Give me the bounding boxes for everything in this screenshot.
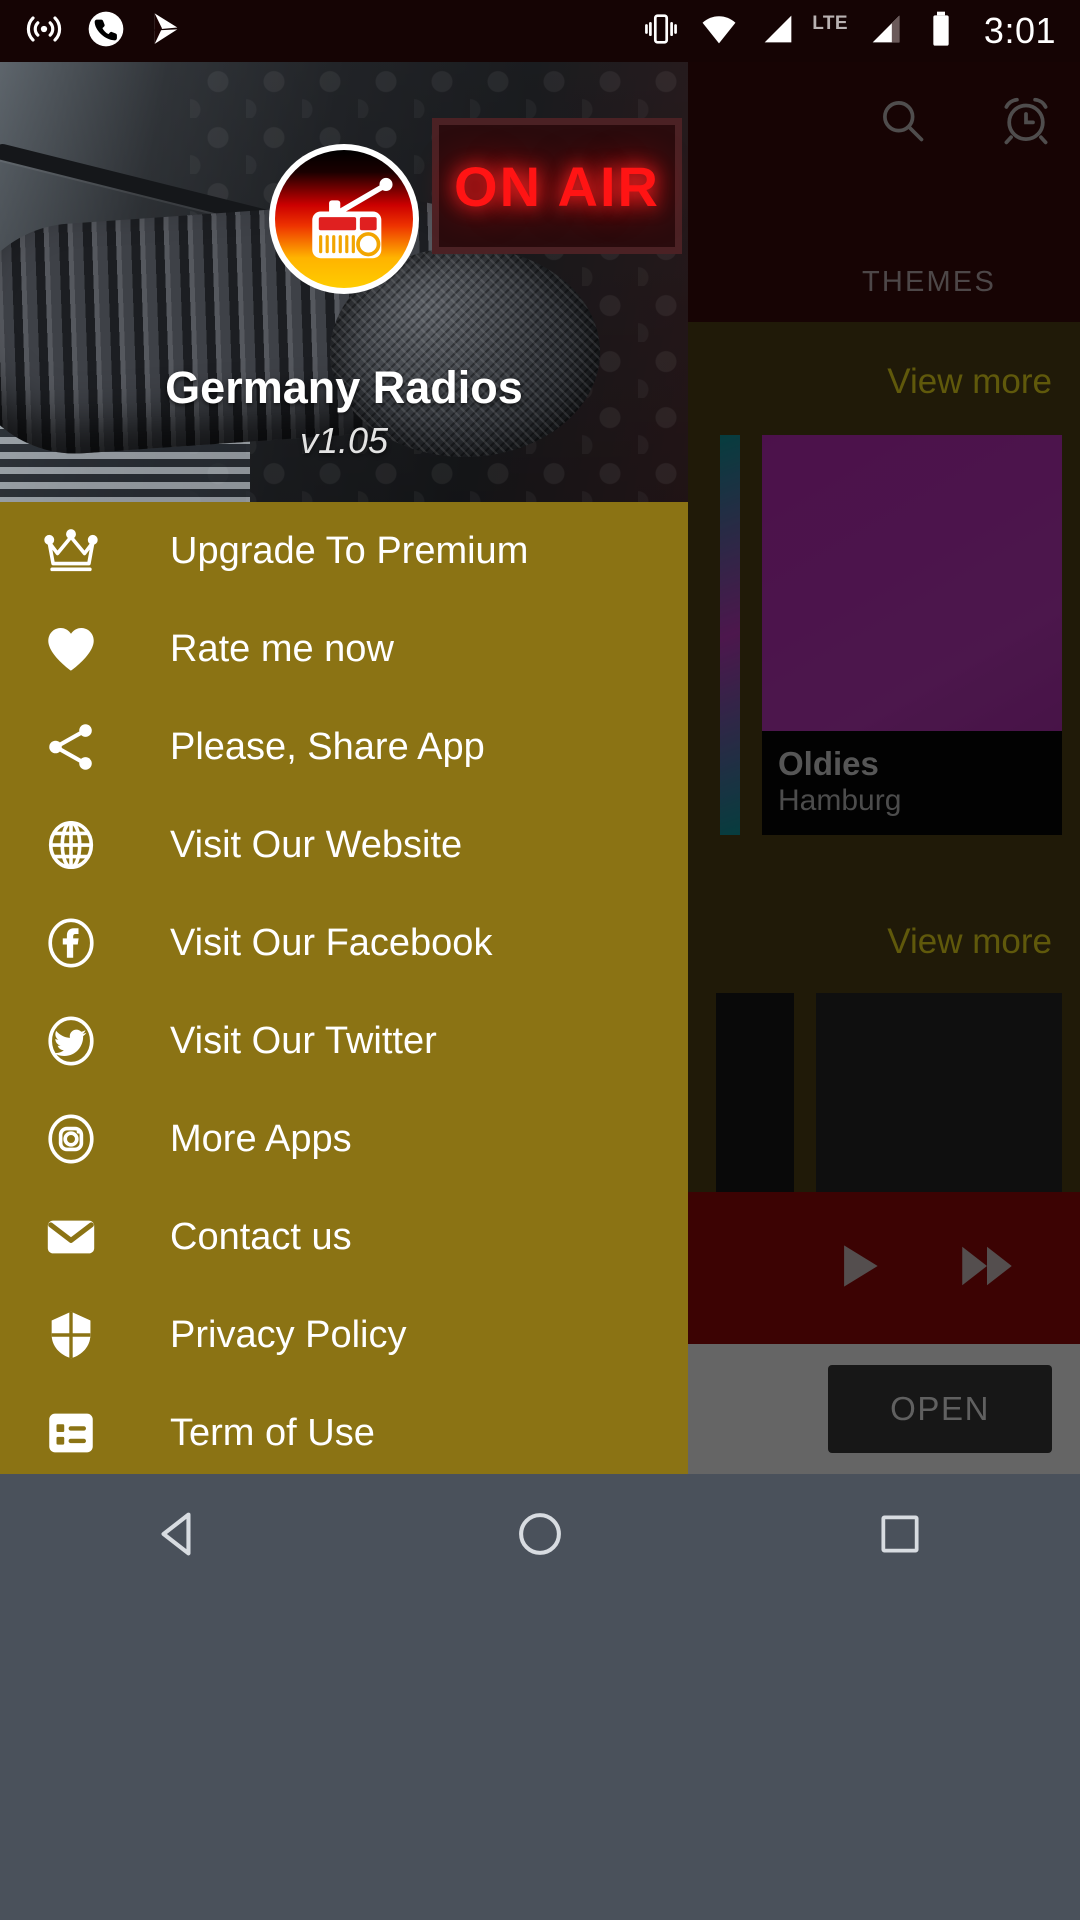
back-triangle-icon[interactable] <box>125 1479 235 1589</box>
crown-icon <box>40 520 102 582</box>
system-navigation-bar <box>0 1474 1080 1920</box>
battery-icon <box>924 9 958 54</box>
menu-item-contact-us[interactable]: Contact us <box>0 1188 688 1286</box>
radio-icon <box>275 150 413 288</box>
menu-item-visit-twitter[interactable]: Visit Our Twitter <box>0 992 688 1090</box>
menu-item-label: Visit Our Facebook <box>170 921 493 964</box>
menu-item-privacy-policy[interactable]: Privacy Policy <box>0 1286 688 1384</box>
share-icon <box>40 716 102 778</box>
app-title: Germany Radios <box>165 362 523 413</box>
phone-screen: THEMES View more Oldies Hamburg View mor… <box>0 0 1080 1920</box>
menu-item-share-app[interactable]: Please, Share App <box>0 698 688 796</box>
vibrate-icon <box>642 10 680 53</box>
menu-item-label: Privacy Policy <box>170 1313 407 1356</box>
on-air-text: ON AIR <box>454 154 660 218</box>
twitter-icon <box>40 1010 102 1072</box>
status-bar: LTE 3:01 <box>0 0 1080 62</box>
menu-item-label: Please, Share App <box>170 725 485 768</box>
drawer-header: ON AIR Germany Radios v1.05 <box>0 62 688 502</box>
drawer-menu: Upgrade To Premium Rate me now Please, S… <box>0 502 688 1474</box>
menu-item-label: Upgrade To Premium <box>170 529 529 572</box>
menu-item-term-of-use[interactable]: Term of Use <box>0 1384 688 1474</box>
menu-item-label: Contact us <box>170 1215 352 1258</box>
signal-2-icon <box>866 9 906 54</box>
status-clock: 3:01 <box>983 10 1056 51</box>
wifi-icon <box>698 8 740 55</box>
phone-call-icon <box>86 9 126 54</box>
menu-item-visit-website[interactable]: Visit Our Website <box>0 796 688 894</box>
home-circle-icon[interactable] <box>485 1479 595 1589</box>
instagram-icon <box>40 1108 102 1170</box>
on-air-sign: ON AIR <box>432 118 682 254</box>
menu-item-rate-me-now[interactable]: Rate me now <box>0 600 688 698</box>
facebook-icon <box>40 912 102 974</box>
menu-item-more-apps[interactable]: More Apps <box>0 1090 688 1188</box>
menu-item-label: More Apps <box>170 1117 352 1160</box>
menu-item-label: Visit Our Twitter <box>170 1019 437 1062</box>
envelope-icon <box>40 1206 102 1268</box>
app-version: v1.05 <box>299 420 389 461</box>
menu-item-visit-facebook[interactable]: Visit Our Facebook <box>0 894 688 992</box>
menu-item-label: Visit Our Website <box>170 823 463 866</box>
signal-icon <box>758 9 798 54</box>
menu-item-upgrade-to-premium[interactable]: Upgrade To Premium <box>0 502 688 600</box>
menu-item-label: Rate me now <box>170 627 394 670</box>
play-store-icon <box>148 9 188 54</box>
menu-item-label: Term of Use <box>170 1411 375 1454</box>
recents-square-icon[interactable] <box>845 1479 955 1589</box>
network-type-label: LTE <box>812 13 848 34</box>
shield-icon <box>40 1304 102 1366</box>
heart-icon <box>40 618 102 680</box>
list-document-icon <box>40 1402 102 1464</box>
cast-icon <box>24 9 64 54</box>
globe-icon <box>40 814 102 876</box>
app-logo <box>269 144 419 294</box>
navigation-drawer: ON AIR Germany Radios v1.05 Upgrade To P… <box>0 62 688 1474</box>
